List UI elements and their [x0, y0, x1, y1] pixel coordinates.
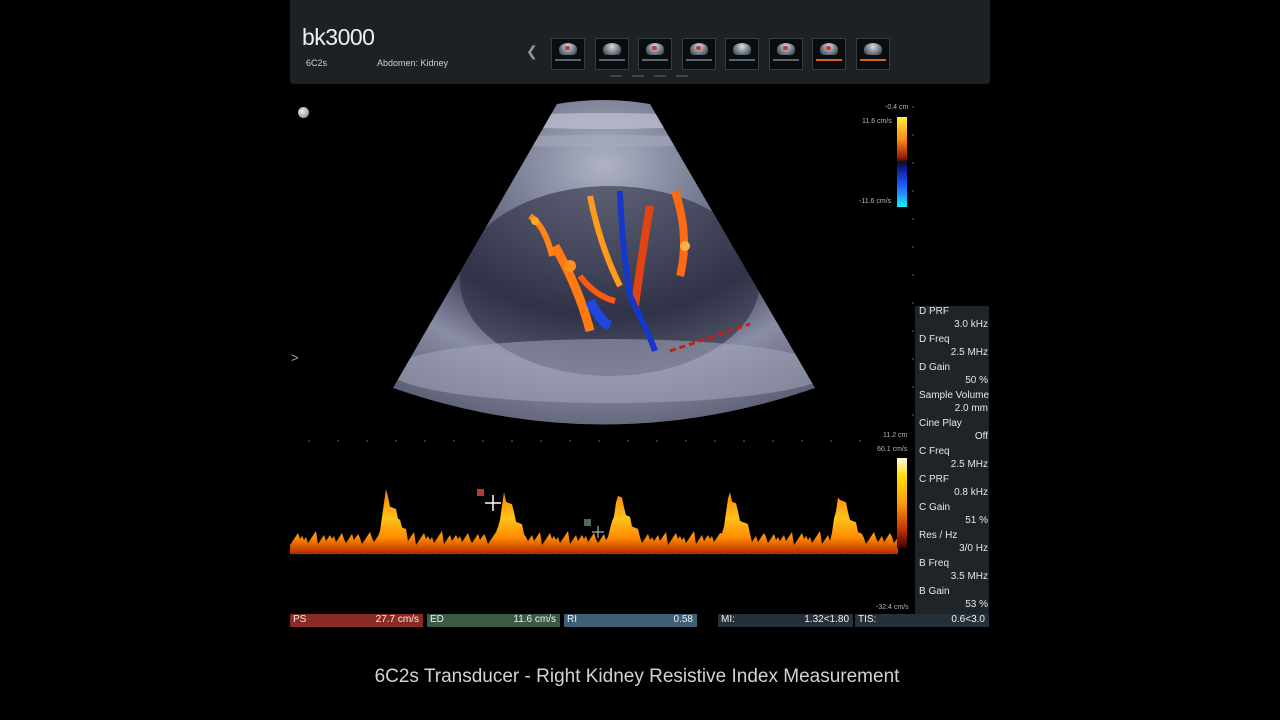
preset-name: Abdomen: Kidney: [377, 58, 449, 68]
ed-label: ED: [430, 614, 444, 625]
cine-thumbnail[interactable]: [725, 38, 759, 70]
cine-thumbnail[interactable]: [681, 38, 716, 70]
ps-measurement: PS 27.7 cm/s: [290, 614, 423, 627]
depth-top-label: -0.4 cm: [885, 104, 909, 111]
probe-name: 6C2s: [306, 58, 328, 68]
ps-value: 27.7 cm/s: [375, 614, 419, 625]
cine-thumbnail[interactable]: [812, 38, 846, 70]
ri-label: RI: [567, 614, 577, 625]
mi-label: MI:: [721, 614, 735, 625]
panel-label[interactable]: B Gain: [919, 586, 950, 597]
cine-thumbnail[interactable]: [551, 38, 585, 70]
top-header: bk3000 6C2s Abdomen: Kidney ❮: [290, 0, 990, 84]
panel-value: 2.0 mm: [954, 403, 988, 414]
panel-value: 0.8 kHz: [954, 487, 988, 498]
crosshair-cursor-icon: [485, 495, 501, 511]
panel-label[interactable]: Sample Volume: [919, 390, 989, 401]
panel-value: Off: [974, 431, 988, 442]
chevron-left-icon[interactable]: ❮: [526, 43, 538, 60]
panel-label[interactable]: C Gain: [919, 502, 950, 513]
brand-logo: bk3000: [302, 24, 375, 50]
depth-bottom-label: 11.2 cm: [883, 432, 908, 439]
focus-marker-icon[interactable]: >: [291, 350, 299, 365]
mi-value: 1.32<1.80: [804, 614, 849, 625]
depth-indicator-icon: [298, 107, 309, 118]
video-caption: 6C2s Transducer - Right Kidney Resistive…: [374, 666, 900, 687]
mi-readout: MI: 1.32<1.80: [718, 614, 853, 627]
ri-value: 0.58: [673, 614, 693, 625]
panel-label[interactable]: C Freq: [919, 446, 950, 457]
tis-readout: TIS: 0.6<3.0: [855, 614, 989, 627]
panel-value: 3/0 Hz: [959, 543, 988, 554]
cine-thumbnail[interactable]: [768, 38, 803, 70]
ri-measurement: RI 0.58: [564, 614, 697, 627]
ed-value: 11.6 cm/s: [513, 614, 556, 625]
spectral-bottom-label: -32.4 cm/s: [876, 604, 909, 611]
cine-thumbnail[interactable]: [638, 38, 672, 70]
doppler-spectrum[interactable]: [290, 448, 912, 608]
panel-label[interactable]: Cine Play: [919, 418, 962, 429]
panel-value: 51 %: [965, 515, 988, 526]
thumbnail-pager: [610, 75, 688, 77]
panel-value: 3.5 MHz: [950, 571, 988, 582]
ed-measurement: ED 11.6 cm/s: [427, 614, 560, 627]
panel-label[interactable]: C PRF: [919, 474, 949, 485]
velocity-top-label: 11.6 cm/s: [862, 118, 892, 125]
color-scale-bar: [897, 117, 907, 207]
panel-label[interactable]: B Freq: [919, 558, 949, 569]
panel-value: 2.5 MHz: [950, 347, 988, 358]
panel-label[interactable]: D Freq: [919, 334, 950, 345]
spectral-waveform: [290, 489, 898, 554]
spectral-scale-bar: [897, 458, 907, 548]
panel-label[interactable]: D Gain: [919, 362, 950, 373]
velocity-bottom-label: -11.6 cm/s: [859, 198, 892, 205]
ultrasound-image[interactable]: [290, 96, 915, 446]
ed-marker[interactable]: [584, 519, 591, 526]
panel-value: 2.5 MHz: [950, 459, 988, 470]
panel-value: 50 %: [965, 375, 988, 386]
panel-value: 53 %: [965, 599, 988, 610]
panel-value: 3.0 kHz: [954, 319, 988, 330]
cine-thumbnail[interactable]: [855, 38, 890, 70]
ps-label: PS: [293, 614, 307, 625]
panel-label[interactable]: D PRF: [919, 306, 949, 317]
ps-marker[interactable]: [477, 489, 484, 496]
tis-label: TIS:: [858, 614, 877, 625]
tis-value: 0.6<3.0: [951, 614, 985, 625]
cine-thumbnail[interactable]: [594, 38, 629, 70]
panel-label[interactable]: Res / Hz: [919, 530, 957, 541]
